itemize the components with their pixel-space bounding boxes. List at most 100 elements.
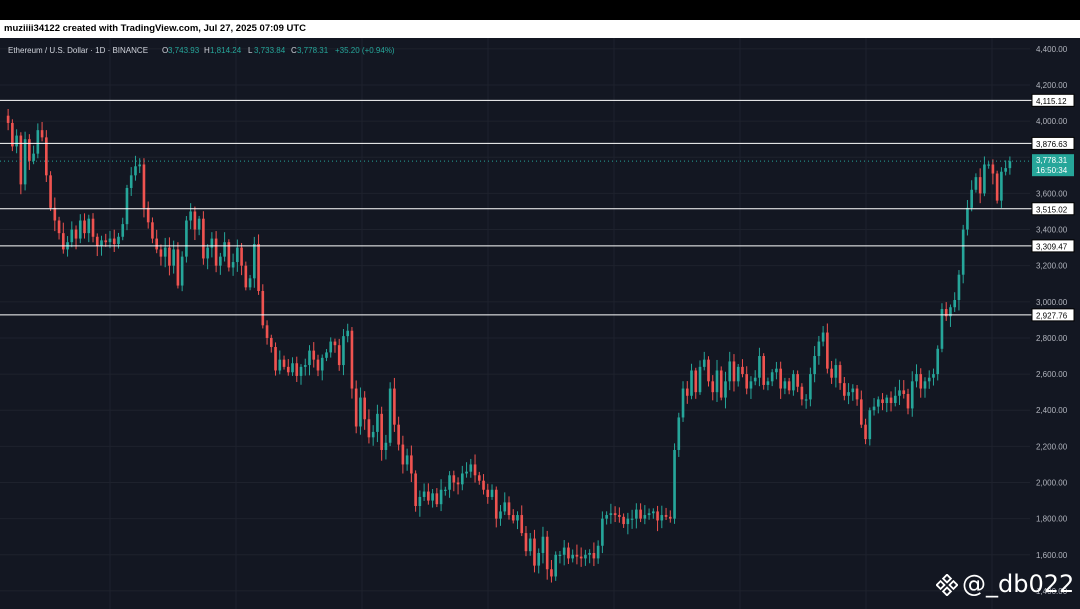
candle-body xyxy=(673,449,676,519)
candle-body xyxy=(758,356,761,378)
candle-body xyxy=(397,424,400,445)
candle-body xyxy=(847,392,850,396)
candle-body xyxy=(1004,168,1007,172)
candle-body xyxy=(503,502,507,512)
candle-body xyxy=(851,388,855,393)
level-label: 3,876.63 xyxy=(1036,140,1068,149)
level-label: 3,515.02 xyxy=(1036,205,1068,214)
candle-body xyxy=(401,444,405,465)
candle-body xyxy=(724,381,727,398)
candle-body xyxy=(613,513,617,516)
candle-body xyxy=(800,386,804,400)
candle-body xyxy=(329,341,333,353)
candle-body xyxy=(83,220,86,234)
price-chart[interactable]: 4,115.12 3,876.63 3,515.02 3,309.47 2,927.76… xyxy=(0,38,1080,609)
candle-body xyxy=(418,496,422,507)
candle-body xyxy=(719,370,723,398)
level-label: 2,927.76 xyxy=(1036,311,1068,320)
candle-body xyxy=(915,374,918,382)
candle-body xyxy=(87,218,91,234)
candle-body xyxy=(957,274,961,301)
candle-body xyxy=(376,413,379,432)
candle-body xyxy=(405,455,409,465)
candle-body xyxy=(312,350,316,360)
candle-body xyxy=(19,135,23,185)
candle-body xyxy=(545,536,549,570)
candle-body xyxy=(346,330,350,337)
candle-body xyxy=(231,262,235,268)
candle-body xyxy=(978,177,982,194)
candle-body xyxy=(494,489,498,519)
candle-body xyxy=(660,515,664,521)
candle-body xyxy=(830,368,833,378)
candle-body xyxy=(342,336,345,366)
candle-body xyxy=(588,552,591,555)
candle-body xyxy=(792,374,795,391)
candle-body xyxy=(422,491,426,497)
candle-body xyxy=(274,346,277,371)
candle-body xyxy=(579,556,583,559)
candle-body xyxy=(715,370,719,393)
candle-body xyxy=(626,518,630,525)
candle-body xyxy=(677,417,681,450)
candle-body xyxy=(337,345,341,366)
candle-body xyxy=(469,464,473,472)
top-band xyxy=(0,0,1080,22)
candle-body xyxy=(456,482,460,485)
candle-body xyxy=(320,357,324,371)
candle-body xyxy=(923,381,927,389)
level-label: 3,309.47 xyxy=(1036,242,1068,251)
candle-body xyxy=(477,475,481,481)
candle-body xyxy=(460,473,464,485)
candle-body xyxy=(796,374,799,387)
candle-body xyxy=(859,399,863,425)
y-tick-label: 3,600.00 xyxy=(1036,189,1068,198)
candle-body xyxy=(507,502,511,516)
candle-body xyxy=(766,381,770,385)
candle-body xyxy=(32,153,35,161)
candle-body xyxy=(61,233,65,250)
candle-body xyxy=(95,236,99,246)
candle-body xyxy=(380,413,383,450)
candle-body xyxy=(282,359,286,367)
candle-body xyxy=(770,372,774,382)
watermark: @_db022 xyxy=(935,570,1074,598)
candle-body xyxy=(601,518,604,546)
candle-body xyxy=(711,381,715,393)
candle-body xyxy=(308,350,311,366)
legend-change: +35.20 (+0.94%) xyxy=(335,46,395,55)
candle-body xyxy=(78,220,82,239)
candle-body xyxy=(728,361,732,382)
legend-low-value: 3,733.84 xyxy=(254,46,286,55)
candle-body xyxy=(112,238,116,244)
candle-body xyxy=(881,399,884,404)
candle-body xyxy=(257,243,260,291)
y-tick-label: 4,200.00 xyxy=(1036,81,1068,90)
candle-body xyxy=(995,173,999,201)
y-tick-label: 2,000.00 xyxy=(1036,479,1068,488)
candle-body xyxy=(295,363,299,376)
candle-body xyxy=(932,374,935,378)
candle-body xyxy=(240,247,243,266)
candle-body xyxy=(142,164,146,208)
candle-body xyxy=(685,388,689,396)
candle-body xyxy=(762,356,765,385)
candle-body xyxy=(206,247,209,259)
candle-body xyxy=(927,377,931,382)
candle-body xyxy=(736,366,740,382)
candle-body xyxy=(439,489,443,505)
candle-body xyxy=(745,374,749,389)
candle-body xyxy=(775,368,778,373)
candle-body xyxy=(53,207,57,221)
candle-body xyxy=(779,368,782,389)
candle-body xyxy=(936,348,940,375)
candle-body xyxy=(635,509,638,519)
candle-body xyxy=(384,442,388,450)
candle-body xyxy=(596,545,600,559)
candle-body xyxy=(359,397,362,427)
candle-body xyxy=(74,229,78,239)
candle-body xyxy=(100,240,103,246)
candle-body xyxy=(244,265,248,288)
candle-body xyxy=(702,359,706,367)
candle-body xyxy=(490,489,494,497)
